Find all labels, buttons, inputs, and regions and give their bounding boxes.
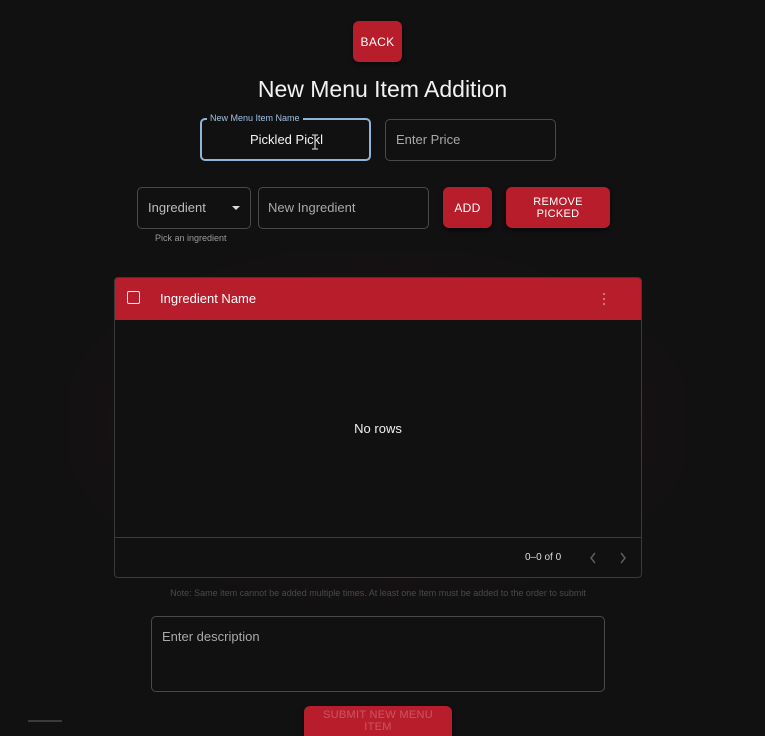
scroll-indicator xyxy=(28,720,62,722)
price-input[interactable]: Enter Price xyxy=(396,132,460,147)
select-all-checkbox[interactable] xyxy=(127,291,140,304)
column-header-ingredient-name[interactable]: Ingredient Name xyxy=(160,291,256,306)
submit-button[interactable]: SUBMIT NEW MENU ITEM xyxy=(304,706,452,736)
remove-picked-button[interactable]: REMOVE PICKED xyxy=(506,187,610,228)
text-cursor-icon xyxy=(312,134,318,150)
grid-header: Ingredient Name xyxy=(115,278,641,320)
note-text: Note: Same item cannot be added multiple… xyxy=(170,588,586,598)
pagination-text: 0–0 of 0 xyxy=(525,552,562,563)
add-button[interactable]: ADD xyxy=(443,187,492,228)
new-ingredient-input[interactable]: New Ingredient xyxy=(268,200,355,215)
page-title: New Menu Item Addition xyxy=(257,76,508,102)
description-input[interactable]: Enter description xyxy=(162,629,260,644)
footer-divider xyxy=(115,537,641,538)
description-field[interactable] xyxy=(151,616,605,692)
ingredient-helper-text: Pick an ingredient xyxy=(155,233,227,243)
ingredient-grid: Ingredient Name No rows 0–0 of 0 xyxy=(114,277,642,578)
empty-state-text: No rows xyxy=(354,421,402,436)
back-button[interactable]: BACK xyxy=(353,21,402,62)
chevron-down-icon[interactable] xyxy=(231,205,241,211)
chevron-left-icon[interactable] xyxy=(589,552,597,564)
column-menu-icon[interactable] xyxy=(602,292,606,306)
ingredient-select-value[interactable]: Ingredient xyxy=(148,200,206,215)
chevron-right-icon[interactable] xyxy=(619,552,627,564)
menu-item-name-label: New Menu Item Name xyxy=(207,113,303,123)
